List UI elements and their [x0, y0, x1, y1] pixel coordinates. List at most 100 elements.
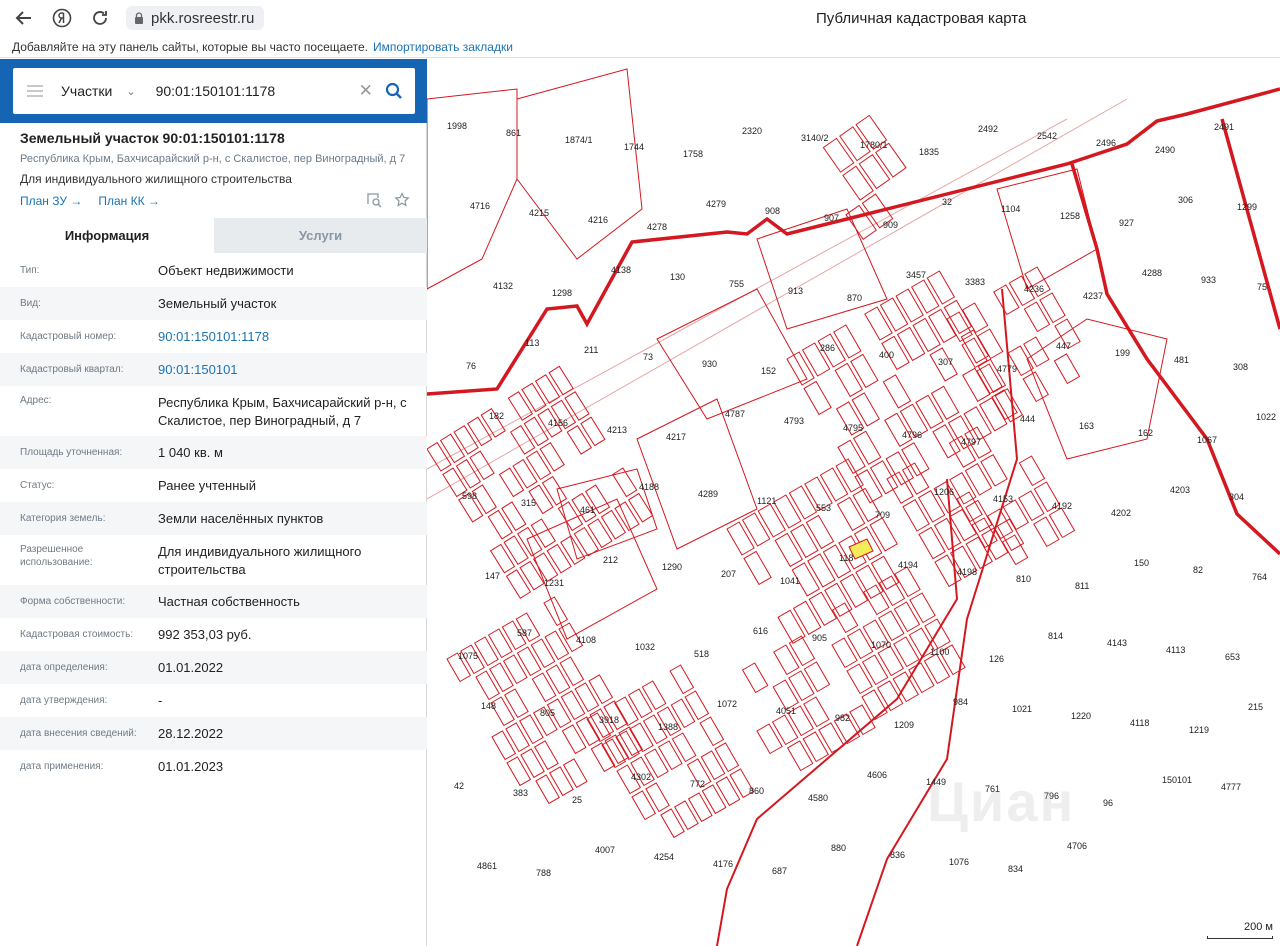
parcel-number-label: 212	[603, 555, 618, 565]
parcel-number-label: 1835	[919, 147, 939, 157]
info-row-key: дата внесения сведений:	[20, 728, 137, 739]
search-input[interactable]	[153, 82, 353, 100]
parcel-number-label: 4194	[898, 560, 918, 570]
info-row-key: Площадь уточненная:	[20, 447, 123, 458]
yandex-icon[interactable]	[48, 4, 76, 32]
map-canvas[interactable]: 1998 861 1874/1 1744 1758 2320 3140/2 1780/1 183…	[427, 59, 1280, 946]
parcel-number-label: 4797	[961, 437, 981, 447]
cadastral-map[interactable]: 1998 861 1874/1 1744 1758 2320 3140/2 1780/1 183…	[427, 59, 1280, 946]
parcel-number-label: 306	[1178, 195, 1193, 205]
info-row-link[interactable]: 90:01:150101	[158, 361, 417, 379]
parcel-number-label: 4787	[725, 409, 745, 419]
parcel-number-label: 25	[572, 795, 582, 805]
back-icon[interactable]	[10, 4, 38, 32]
object-use: Для индивидуального жилищного строительс…	[20, 172, 292, 186]
parcel-number-label: 130	[670, 272, 685, 282]
url-text: pkk.rosreestr.ru	[151, 9, 255, 27]
parcel-number-label: 447	[1056, 341, 1071, 351]
parcel-number-label: 1209	[894, 720, 914, 730]
info-row-key: Форма собственности:	[20, 596, 126, 607]
menu-icon[interactable]	[27, 85, 43, 97]
info-row-link[interactable]: 90:01:150101:1178	[158, 328, 417, 346]
info-row: Вид: Земельный участок	[0, 287, 427, 320]
parcel-number-label: 1744	[624, 142, 644, 152]
info-row-value: Ранее учтенный	[158, 477, 256, 493]
parcel-number-label: 113	[525, 338, 539, 348]
info-row: Статус: Ранее учтенный	[0, 469, 427, 502]
parcel-number-label: 162	[1138, 428, 1153, 438]
parcel-number-label: 913	[788, 286, 803, 296]
parcel-number-label: 4153	[993, 494, 1013, 504]
parcel-number-label: 481	[1174, 355, 1189, 365]
parcel-number-label: 1780/1	[860, 140, 888, 150]
parcel-number-label: 4132	[493, 281, 513, 291]
parcel-number-label: 1299	[1237, 202, 1257, 212]
search-icon[interactable]	[385, 82, 403, 100]
tab-information[interactable]: Информация	[0, 218, 214, 253]
favorite-star-icon[interactable]	[394, 192, 410, 208]
parcel-number-label: 1021	[1012, 704, 1032, 714]
import-bookmarks-link[interactable]: Импортировать закладки	[373, 40, 513, 54]
parcel-number-label: 927	[1119, 218, 1134, 228]
parcel-number-label: 709	[875, 510, 890, 520]
info-row: Адрес: Республика Крым, Бахчисарайский р-…	[0, 386, 427, 436]
settlement-boundary	[427, 87, 1280, 556]
parcel-number-label: 4113	[1166, 645, 1185, 655]
parcel-number-label: 4580	[808, 793, 828, 803]
info-row: дата утверждения: -	[0, 684, 427, 717]
parcel-number-label: 4796	[902, 430, 922, 440]
parcel-number-label: 307	[938, 357, 953, 367]
parcel-number-label: 4289	[698, 489, 718, 499]
address-bar[interactable]: pkk.rosreestr.ru	[126, 6, 265, 30]
plan-kk-link[interactable]: План КК →	[98, 194, 160, 208]
info-row: Тип: Объект недвижимости	[0, 254, 427, 287]
layer-select[interactable]: Участки ⌄	[61, 83, 136, 99]
parcel-number-label: 553	[816, 503, 831, 513]
info-row-value: 992 353,03 руб.	[158, 626, 252, 642]
plan-zu-link[interactable]: План ЗУ →	[20, 194, 82, 208]
parcel-number-label: 4777	[1221, 782, 1241, 792]
zoom-to-icon[interactable]	[366, 192, 382, 208]
parcel-number-label: 2491	[1214, 122, 1234, 132]
parcel-number-label: 1219	[1189, 725, 1209, 735]
parcel-number-label: 76	[466, 361, 476, 371]
parcel-number-label: 1290	[662, 562, 682, 572]
parcel-number-label: 930	[702, 359, 717, 369]
parcel-number-label: 1258	[1060, 211, 1080, 221]
info-row: Кадастровый номер: 90:01:150101:1178	[0, 320, 427, 353]
parcel-number-label: 4236	[1024, 284, 1044, 294]
parcel-number-label: 182	[489, 411, 504, 421]
parcel-number-label: 788	[536, 868, 551, 878]
info-row-value: 28.12.2022	[158, 725, 224, 741]
object-tools	[366, 192, 410, 208]
info-row: Кадастровый квартал: 90:01:150101	[0, 353, 427, 386]
info-row: Форма собственности: Частная собственност…	[0, 585, 427, 618]
parcel-number-label: 286	[820, 343, 835, 353]
parcel-number-label: 836	[890, 850, 905, 860]
parcel-number-label: 4217	[666, 432, 686, 442]
parcel-number-label: 304	[1229, 492, 1244, 502]
tab-services[interactable]: Услуги	[214, 218, 427, 253]
parcel-number-label: 152	[761, 366, 776, 376]
info-row-value: Объект недвижимости	[158, 262, 294, 278]
parcel-number-label: 616	[753, 626, 768, 636]
info-row-value: Для индивидуального жилищного строительс…	[158, 544, 362, 577]
info-row-value: 01.01.2022	[158, 659, 224, 675]
parcel-number-label: 73	[643, 352, 653, 362]
parcel-number-label: 2320	[742, 126, 762, 136]
info-table: Тип: Объект недвижимости Вид: Земельный уча…	[0, 254, 427, 783]
parcel-number-label: 4202	[1111, 508, 1131, 518]
parcel-number-label: 4288	[1142, 268, 1162, 278]
parcel-number-label: 4108	[576, 635, 596, 645]
object-address: Республика Крым, Бахчисарайский р-н, с С…	[20, 153, 406, 165]
parcel-number-label: 126	[989, 654, 1004, 664]
parcel-number-label: 4156	[548, 418, 568, 428]
parcel-number-label: 3457	[906, 270, 926, 280]
parcel-number-label: 4302	[631, 772, 651, 782]
parcel-number-label: 4606	[867, 770, 887, 780]
clear-icon[interactable]: ✕	[359, 81, 373, 101]
parcel-number-label: 148	[481, 701, 496, 711]
reload-icon[interactable]	[86, 4, 114, 32]
parcel-number-label: 4279	[706, 199, 726, 209]
parcel-number-label: 4007	[595, 845, 615, 855]
